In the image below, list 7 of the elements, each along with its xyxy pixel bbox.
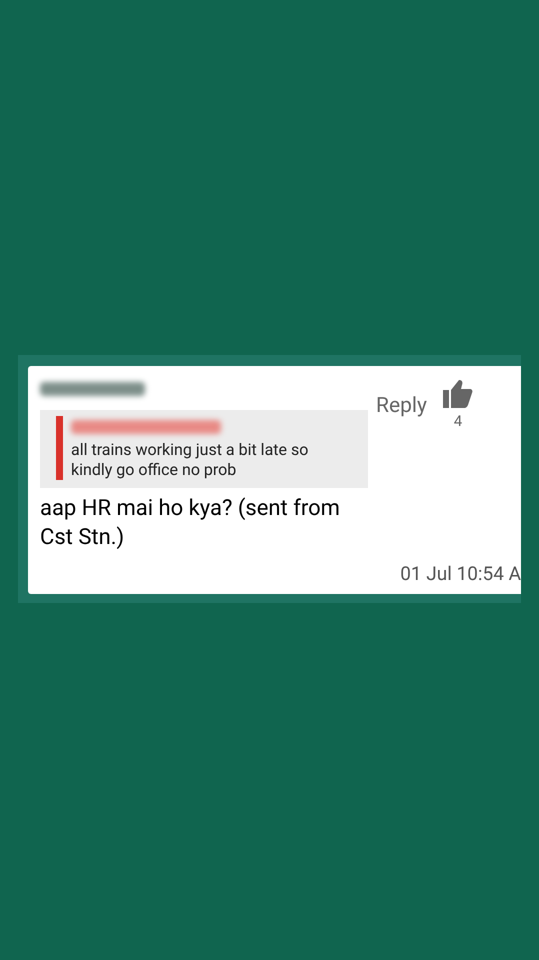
thumbs-up-icon[interactable] [442,380,473,408]
reply-button[interactable]: Reply [376,380,427,432]
quoted-text: all trains working just a bit late so kindly go office no prob [71,440,310,480]
like-count: 4 [454,411,462,432]
comment-text: aap HR mai ho kya? (sent from Cst Stn.) [40,495,341,552]
quote-bar [56,416,63,480]
timestamp: 01 Jul 10:54 A [400,560,521,586]
